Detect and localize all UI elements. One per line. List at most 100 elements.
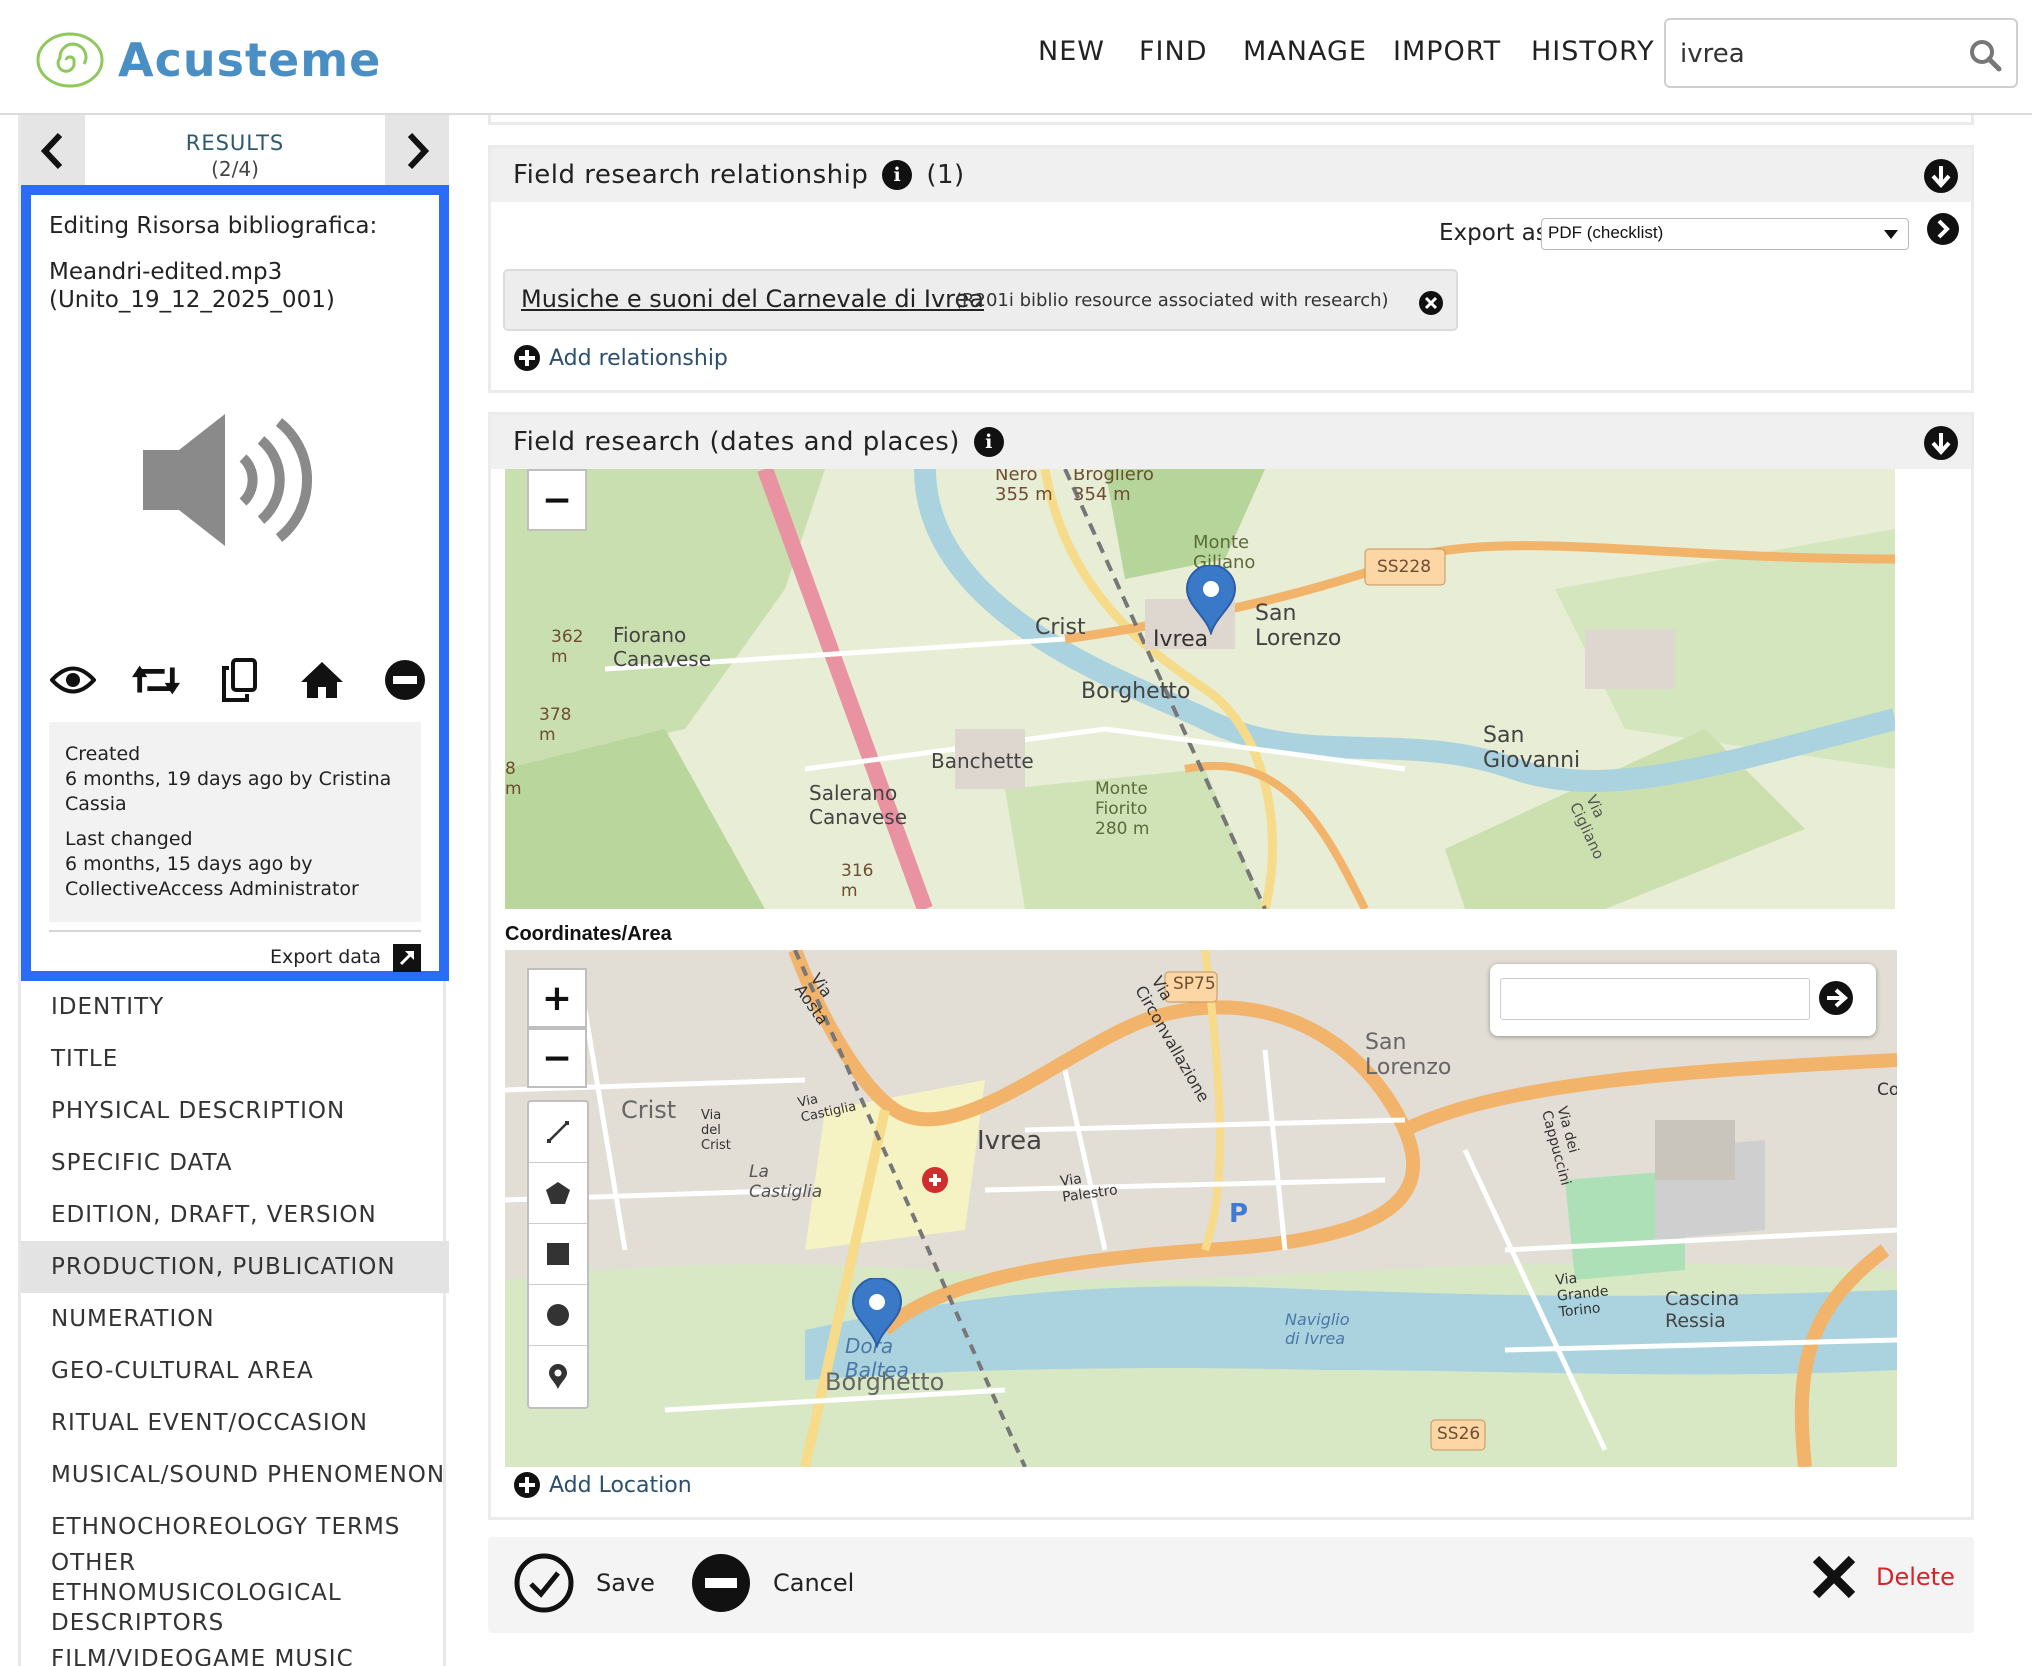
results-next-button[interactable]	[385, 115, 449, 187]
nav-find[interactable]: FIND	[1139, 36, 1207, 67]
overview-map[interactable]: Nero 355 m Brogliero 354 m Monte Giliano…	[505, 469, 1895, 909]
field-research-places-bundle: Field research (dates and places) i Nero…	[488, 412, 1974, 1520]
section-title[interactable]: TITLE	[21, 1033, 449, 1085]
map-label: SS228	[1377, 557, 1432, 577]
map-label: Via del Crist	[701, 1108, 731, 1153]
map-label: Banchette	[931, 749, 1034, 773]
map-pin-icon	[549, 1363, 567, 1389]
bundle-header: Field research (dates and places) i	[491, 415, 1971, 469]
cancel-button[interactable]: Cancel	[691, 1553, 854, 1613]
section-identity[interactable]: IDENTITY	[21, 981, 449, 1033]
results-prev-button[interactable]	[21, 115, 85, 187]
map-label: 362 m	[551, 627, 584, 667]
info-icon[interactable]: i	[882, 160, 913, 190]
relationship-item: Musiche e suoni del Carnevale di Ivrea (…	[503, 269, 1458, 331]
eye-icon	[50, 666, 96, 694]
delete-label: Delete	[1876, 1563, 1955, 1591]
section-musical-phenomenon[interactable]: MUSICAL/SOUND PHENOMENON	[21, 1449, 449, 1501]
sidebar: RESULTS (2/4) Editing Risorsa bibliograf…	[18, 115, 449, 1666]
search-input[interactable]	[1680, 34, 1950, 74]
zoom-out-button[interactable]: −	[527, 1028, 587, 1088]
overview-zoom-out-button[interactable]: −	[527, 469, 587, 531]
collapse-arrow-icon[interactable]	[1923, 158, 1959, 194]
minus-circle-icon	[385, 660, 425, 700]
arrow-right-circle-icon[interactable]	[1818, 980, 1854, 1016]
chevron-left-icon	[40, 132, 63, 170]
add-location-button[interactable]: Add Location	[513, 1471, 692, 1499]
map-label: Via Grande Torino	[1554, 1270, 1610, 1321]
search-icon[interactable]	[1968, 38, 2002, 72]
relationship-link[interactable]: Musiche e suoni del Carnevale di Ivrea	[521, 285, 984, 313]
remove-button[interactable]	[381, 656, 429, 704]
section-production-publication[interactable]: PRODUCTION, PUBLICATION	[21, 1241, 449, 1293]
search-box	[1664, 18, 2018, 88]
map-label: Crist	[1035, 615, 1086, 640]
view-button[interactable]	[49, 656, 97, 704]
draw-rectangle-button[interactable]	[529, 1224, 587, 1285]
section-specific-data[interactable]: SPECIFIC DATA	[21, 1137, 449, 1189]
export-format-value: PDF (checklist)	[1548, 223, 1664, 242]
map-label: Borghetto	[1081, 679, 1191, 704]
nav-manage[interactable]: MANAGE	[1243, 36, 1367, 67]
export-format-select[interactable]: PDF (checklist)	[1541, 218, 1909, 250]
bundle-header: Field research relationship i (1)	[491, 148, 1971, 202]
map-label: 8 m	[505, 759, 522, 799]
draw-marker-button[interactable]	[529, 1346, 587, 1407]
collapse-arrow-icon[interactable]	[1923, 425, 1959, 461]
record-identifier: (Unito_19_12_2025_001)	[49, 287, 335, 313]
section-ethnochoreology[interactable]: ETHNOCHOREOLOGY TERMS	[21, 1501, 449, 1553]
change-type-button[interactable]	[132, 656, 180, 704]
coordinates-label: Coordinates/Area	[505, 923, 672, 945]
add-relationship-button[interactable]: Add relationship	[513, 344, 728, 372]
svg-text:P: P	[1229, 1199, 1248, 1229]
nav-history[interactable]: HISTORY	[1531, 36, 1655, 67]
section-physical-description[interactable]: PHYSICAL DESCRIPTION	[21, 1085, 449, 1137]
duplicate-button[interactable]	[215, 656, 263, 704]
remove-relationship-icon[interactable]	[1418, 290, 1444, 316]
map-label: Ivrea	[977, 1126, 1043, 1156]
save-button[interactable]: Save	[514, 1553, 655, 1613]
map-label: Nero 355 m	[995, 469, 1053, 505]
section-geo-cultural-area[interactable]: GEO-CULTURAL AREA	[21, 1345, 449, 1397]
draw-line-button[interactable]	[529, 1102, 587, 1163]
zoom-in-button[interactable]: +	[527, 968, 587, 1028]
map-label: 316 m	[841, 861, 874, 901]
nav-import[interactable]: IMPORT	[1393, 36, 1501, 67]
home-button[interactable]	[298, 656, 346, 704]
section-ritual-event[interactable]: RITUAL EVENT/OCCASION	[21, 1397, 449, 1449]
map-marker-icon[interactable]	[851, 1278, 903, 1348]
delete-button[interactable]: Delete	[1810, 1553, 1955, 1601]
check-circle-icon	[514, 1553, 574, 1613]
record-filename: Meandri-edited.mp3	[49, 259, 283, 285]
editing-label: Editing Risorsa bibliografica:	[49, 213, 378, 239]
draw-circle-button[interactable]	[529, 1285, 587, 1346]
section-other-descriptors[interactable]: OTHER ETHNOMUSICOLOGICAL DESCRIPTORS	[21, 1550, 421, 1636]
logo-text: Acusteme	[118, 33, 382, 87]
map-label: SP75	[1173, 974, 1216, 994]
nav-new[interactable]: NEW	[1038, 36, 1105, 67]
last-changed-label: Last changed	[65, 828, 193, 850]
info-icon[interactable]: i	[973, 427, 1004, 457]
map-label: 378 m	[539, 705, 572, 745]
export-as-label: Export as	[1439, 220, 1548, 246]
map-label: Cascina Ressia	[1665, 1288, 1740, 1332]
map-label: Monte Fiorito 280 m	[1095, 779, 1150, 839]
section-numeration[interactable]: NUMERATION	[21, 1293, 449, 1345]
map-search-input[interactable]	[1500, 978, 1810, 1020]
results-indicator[interactable]: RESULTS (2/4)	[85, 115, 385, 187]
audio-speaker-icon	[143, 414, 312, 546]
relationship-type: (R201i biblio resource associated with r…	[955, 290, 1389, 311]
draw-polygon-button[interactable]	[529, 1163, 587, 1224]
form-actions: Save Cancel Delete	[488, 1537, 1974, 1633]
section-edition[interactable]: EDITION, DRAFT, VERSION	[21, 1189, 449, 1241]
top-bar: Acusteme NEW FIND MANAGE IMPORT HISTORY	[0, 0, 2032, 115]
logo[interactable]: Acusteme	[34, 30, 381, 90]
map-label: SS26	[1437, 1424, 1481, 1444]
coordinates-map[interactable]: P Via Aosta SP75 Via Circonvallazione Sa…	[505, 950, 1897, 1467]
square-icon	[547, 1243, 569, 1265]
map-marker-icon[interactable]	[1185, 565, 1237, 635]
export-go-icon[interactable]	[1926, 212, 1960, 246]
record-metadata: Created 6 months, 19 days ago by Cristin…	[49, 722, 421, 922]
save-label: Save	[596, 1569, 655, 1597]
export-data-button[interactable]	[393, 944, 421, 972]
